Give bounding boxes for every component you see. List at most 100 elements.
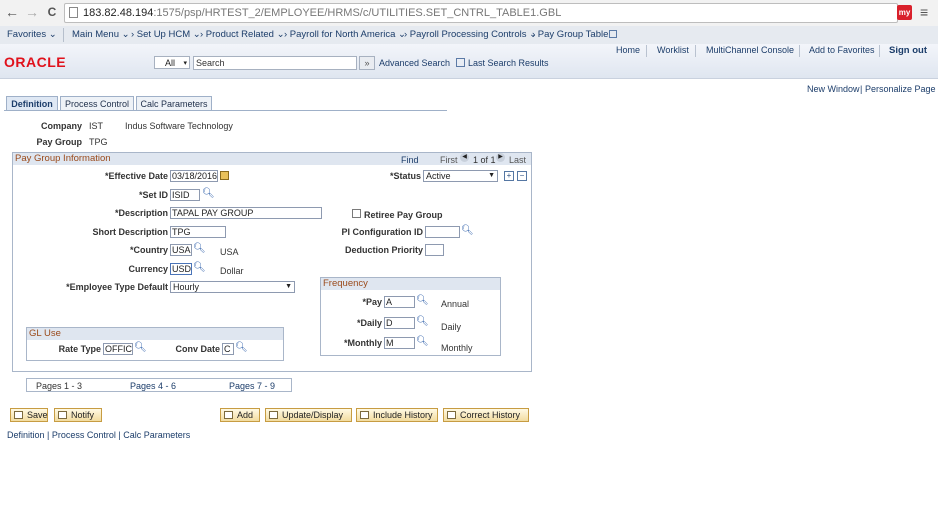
status-value: Active: [426, 171, 451, 181]
search-scope-value: All: [165, 58, 176, 68]
calendar-icon[interactable]: [220, 171, 229, 180]
worklist-link[interactable]: Worklist: [657, 45, 689, 55]
pay-frequency-input[interactable]: A: [384, 296, 415, 308]
short-description-input[interactable]: TPG: [170, 226, 226, 238]
home-link[interactable]: Home: [616, 45, 640, 55]
pages-1-3-link[interactable]: Pages 1 - 3: [36, 381, 82, 391]
rate-type-label: Rate Type: [58, 344, 101, 354]
pay-frequency-label: *Pay: [362, 297, 382, 307]
daily-frequency-input[interactable]: D: [384, 317, 415, 329]
add-to-favorites-link[interactable]: Add to Favorites: [809, 45, 875, 55]
country-description: USA: [220, 247, 239, 257]
setid-label: *Set ID: [138, 190, 168, 200]
breadcrumb-payroll-north-america[interactable]: › Payroll for North America ⌄: [284, 29, 406, 40]
delete-row-icon[interactable]: −: [517, 171, 527, 181]
monthly-frequency-description: Monthly: [441, 343, 473, 353]
employee-type-default-select[interactable]: Hourly ▼: [170, 281, 295, 293]
advanced-search-link[interactable]: Advanced Search: [379, 58, 450, 68]
add-icon: [224, 411, 233, 419]
search-go-button[interactable]: »: [359, 56, 375, 70]
chevron-down-icon: ▼: [285, 283, 292, 290]
country-lookup-icon[interactable]: 🔍︎: [193, 243, 206, 255]
update-display-button[interactable]: Update/Display: [265, 408, 352, 422]
last-search-results-link[interactable]: Last Search Results: [468, 58, 549, 68]
tab-definition[interactable]: Definition: [6, 96, 58, 110]
daily-frequency-description: Daily: [441, 322, 462, 332]
find-link[interactable]: Find: [401, 155, 419, 165]
setid-input[interactable]: ISID: [170, 189, 200, 201]
gl-use-header: GL Use: [27, 328, 283, 340]
last-link[interactable]: Last: [509, 155, 526, 165]
extension-icon[interactable]: my: [897, 5, 912, 20]
breadcrumb-payroll-processing-controls[interactable]: › Payroll Processing Controls ⌄: [404, 29, 537, 40]
currency-description: Dollar: [220, 266, 244, 276]
address-bar[interactable]: 183.82.48.194:1575/psp/HRTEST_2/EMPLOYEE…: [64, 3, 898, 23]
rate-type-lookup-icon[interactable]: 🔍︎: [134, 342, 147, 354]
breadcrumb-setup-hcm[interactable]: › Set Up HCM ⌄: [131, 29, 201, 40]
status-select[interactable]: Active ▼: [423, 170, 498, 182]
breadcrumb-pay-group-table[interactable]: › Pay Group Table: [532, 29, 608, 40]
status-label: *Status: [389, 171, 421, 181]
browser-toolbar: ← → C 183.82.48.194:1575/psp/HRTEST_2/EM…: [0, 0, 938, 27]
search-scope-select[interactable]: All ▾: [154, 56, 190, 69]
link-divider: [646, 45, 647, 57]
conv-date-label: Conv Date: [175, 344, 220, 354]
monthly-frequency-lookup-icon[interactable]: 🔍︎: [416, 336, 429, 348]
personalize-page-link[interactable]: Personalize Page: [865, 84, 936, 94]
description-label: *Description: [114, 208, 168, 218]
previous-arrow-icon[interactable]: ◀: [460, 153, 469, 162]
pi-configuration-lookup-icon[interactable]: 🔍︎: [461, 225, 474, 237]
retiree-pay-group-checkbox[interactable]: [352, 209, 361, 218]
next-arrow-icon[interactable]: ▶: [496, 153, 505, 162]
notify-button[interactable]: Notify: [54, 408, 102, 422]
add-button[interactable]: Add: [220, 408, 260, 422]
pay-frequency-lookup-icon[interactable]: 🔍︎: [416, 295, 429, 307]
save-label: Save: [27, 410, 48, 420]
pi-configuration-input[interactable]: [425, 226, 460, 238]
effective-date-input[interactable]: 03/18/2016: [170, 170, 218, 182]
short-description-label: Short Description: [92, 227, 168, 237]
bottom-page-links[interactable]: Definition | Process Control | Calc Para…: [7, 430, 190, 440]
reload-icon[interactable]: C: [44, 4, 60, 20]
link-divider: [799, 45, 800, 57]
url-host: 183.82.48.194: [83, 7, 154, 19]
correct-history-button[interactable]: Correct History: [443, 408, 529, 422]
currency-lookup-icon[interactable]: 🔍︎: [193, 262, 206, 274]
setid-lookup-icon[interactable]: 🔍︎: [202, 188, 215, 200]
menu-divider: [63, 28, 64, 42]
tab-process-control[interactable]: Process Control: [60, 96, 134, 110]
conv-date-lookup-icon[interactable]: 🔍︎: [235, 342, 248, 354]
conv-date-input[interactable]: C: [222, 343, 234, 355]
retiree-pay-group-label: Retiree Pay Group: [364, 210, 443, 220]
breadcrumb-product-related[interactable]: › Product Related ⌄: [200, 29, 285, 40]
new-window-link[interactable]: New Window: [807, 84, 860, 94]
url-path: :1575/psp/HRTEST_2/EMPLOYEE/HRMS/c/UTILI…: [153, 7, 562, 19]
daily-frequency-lookup-icon[interactable]: 🔍︎: [416, 316, 429, 328]
sign-out-link[interactable]: Sign out: [889, 45, 927, 56]
browser-menu-icon[interactable]: ≡: [920, 3, 928, 21]
rate-type-input[interactable]: OFFIC: [103, 343, 133, 355]
search-input[interactable]: Search: [193, 56, 357, 70]
currency-input[interactable]: USD: [170, 263, 192, 275]
save-button[interactable]: Save: [10, 408, 48, 422]
add-row-icon[interactable]: +: [504, 171, 514, 181]
description-input[interactable]: TAPAL PAY GROUP: [170, 207, 322, 219]
pages-7-9-link[interactable]: Pages 7 - 9: [229, 381, 275, 391]
deduction-priority-label: Deduction Priority: [344, 245, 423, 255]
breadcrumb-search-icon[interactable]: [609, 30, 617, 38]
deduction-priority-input[interactable]: [425, 244, 444, 256]
favorites-menu[interactable]: Favorites ⌄: [7, 29, 57, 40]
monthly-frequency-label: *Monthly: [344, 338, 382, 348]
main-menu[interactable]: Main Menu ⌄: [72, 29, 130, 40]
first-link[interactable]: First: [440, 155, 458, 165]
monthly-frequency-input[interactable]: M: [384, 337, 415, 349]
include-history-button[interactable]: Include History: [356, 408, 438, 422]
multichannel-console-link[interactable]: MultiChannel Console: [706, 45, 794, 55]
navigation-menu-bar: Favorites ⌄ Main Menu ⌄ › Set Up HCM ⌄ ›…: [0, 26, 938, 45]
forward-icon[interactable]: →: [24, 4, 40, 20]
back-icon[interactable]: ←: [4, 4, 20, 20]
pages-4-6-link[interactable]: Pages 4 - 6: [130, 381, 176, 391]
link-divider: |: [860, 84, 863, 94]
country-input[interactable]: USA: [170, 244, 192, 256]
tab-calc-parameters[interactable]: Calc Parameters: [136, 96, 212, 110]
